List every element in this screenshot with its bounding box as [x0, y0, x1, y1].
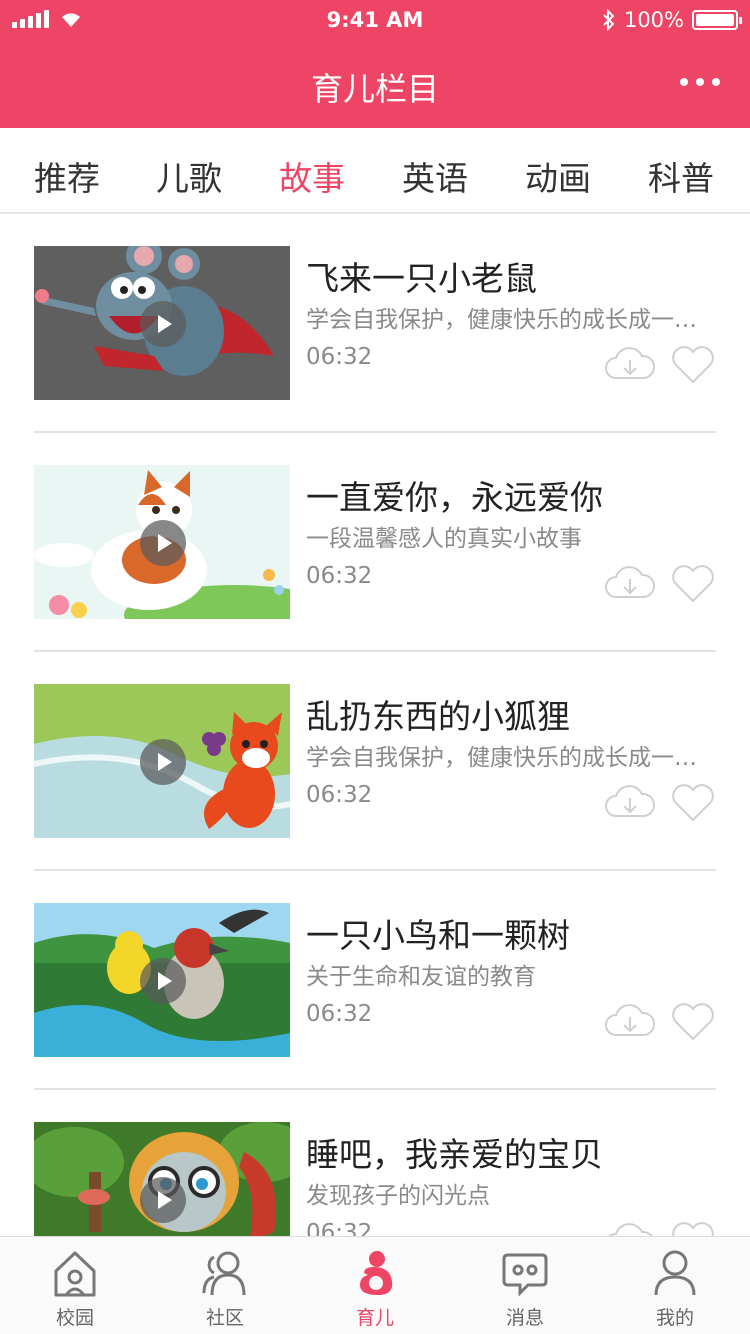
story-title: 飞来一只小老鼠 [306, 259, 537, 298]
story-description: 学会自我保护，健康快乐的成长成一棵参天大树 [306, 745, 716, 771]
story-description: 学会自我保护，健康快乐的成长成一棵参天大树 [306, 307, 716, 333]
story-title: 乱扔东西的小狐狸 [306, 697, 570, 736]
tab-stories[interactable]: 故事 [279, 152, 345, 200]
video-thumbnail[interactable] [34, 246, 290, 400]
tabbar-label: 消息 [505, 1307, 544, 1329]
tab-english[interactable]: 英语 [402, 152, 468, 200]
story-item[interactable]: 一直爱你，永远爱你 一段温馨感人的真实小故事 06:32 [34, 433, 716, 652]
tabbar-item-community[interactable]: 社区 [150, 1237, 300, 1334]
category-tabs: 推荐 儿歌 故事 英语 动画 科普 [0, 128, 750, 214]
more-button[interactable] [680, 70, 720, 94]
story-duration: 06:32 [306, 344, 373, 370]
download-cloud-icon[interactable] [604, 561, 656, 603]
bottom-tab-bar: 校园 社区 育儿 消息 我的 [0, 1236, 750, 1334]
story-item[interactable]: 飞来一只小老鼠 学会自我保护，健康快乐的成长成一棵参天大树 06:32 [34, 214, 716, 433]
heart-icon[interactable] [670, 344, 716, 386]
download-cloud-icon[interactable] [604, 999, 656, 1041]
tab-songs[interactable]: 儿歌 [156, 152, 222, 200]
play-icon [140, 301, 186, 347]
tab-science[interactable]: 科普 [648, 152, 714, 200]
story-description: 关于生命和友谊的教育 [306, 964, 536, 990]
tabbar-label: 社区 [205, 1307, 244, 1329]
battery-icon [692, 10, 742, 30]
story-description: 一段温馨感人的真实小故事 [306, 526, 582, 552]
message-icon [502, 1253, 548, 1297]
tabbar-item-messages[interactable]: 消息 [450, 1237, 600, 1334]
page-title: 育儿栏目 [310, 70, 439, 108]
community-icon [202, 1251, 246, 1296]
app-header: 9:41 AM 100% 育儿栏目 [0, 0, 750, 128]
heart-icon[interactable] [670, 1001, 716, 1043]
status-right: 100% [602, 8, 742, 32]
heart-icon[interactable] [670, 782, 716, 824]
heart-icon[interactable] [670, 563, 716, 605]
tab-animation[interactable]: 动画 [525, 152, 591, 200]
story-duration: 06:32 [306, 782, 373, 808]
story-title: 一直爱你，永远爱你 [306, 478, 603, 517]
video-thumbnail[interactable] [34, 465, 290, 619]
tabbar-item-parenting[interactable]: 育儿 [300, 1237, 450, 1334]
tab-recommend[interactable]: 推荐 [34, 152, 100, 200]
play-icon [140, 1177, 186, 1223]
tabbar-item-profile[interactable]: 我的 [600, 1237, 750, 1334]
more-dot-icon [680, 78, 688, 86]
status-bar: 9:41 AM 100% [0, 0, 750, 40]
story-description: 发现孩子的闪光点 [306, 1183, 490, 1209]
more-dot-icon [696, 78, 704, 86]
tabbar-label: 我的 [655, 1307, 694, 1329]
download-cloud-icon[interactable] [604, 780, 656, 822]
story-item[interactable]: 一只小鸟和一颗树 关于生命和友谊的教育 06:32 [34, 871, 716, 1090]
tabbar-label: 育儿 [355, 1307, 394, 1329]
video-thumbnail[interactable] [34, 684, 290, 838]
bluetooth-icon [603, 9, 615, 31]
play-icon [140, 520, 186, 566]
battery-percent: 100% [623, 8, 684, 32]
play-icon [140, 958, 186, 1004]
story-item[interactable]: 乱扔东西的小狐狸 学会自我保护，健康快乐的成长成一棵参天大树 06:32 [34, 652, 716, 871]
story-title: 一只小鸟和一颗树 [306, 916, 570, 955]
more-dot-icon [712, 78, 720, 86]
story-duration: 06:32 [306, 1001, 373, 1027]
play-icon [140, 739, 186, 785]
story-title: 睡吧，我亲爱的宝贝 [306, 1135, 603, 1174]
school-icon [54, 1251, 96, 1297]
story-duration: 06:32 [306, 563, 373, 589]
profile-icon [654, 1250, 696, 1296]
download-cloud-icon[interactable] [604, 342, 656, 384]
tabbar-item-school[interactable]: 校园 [0, 1237, 150, 1334]
tabbar-label: 校园 [55, 1307, 94, 1329]
video-thumbnail[interactable] [34, 903, 290, 1057]
parenting-icon [360, 1251, 393, 1295]
